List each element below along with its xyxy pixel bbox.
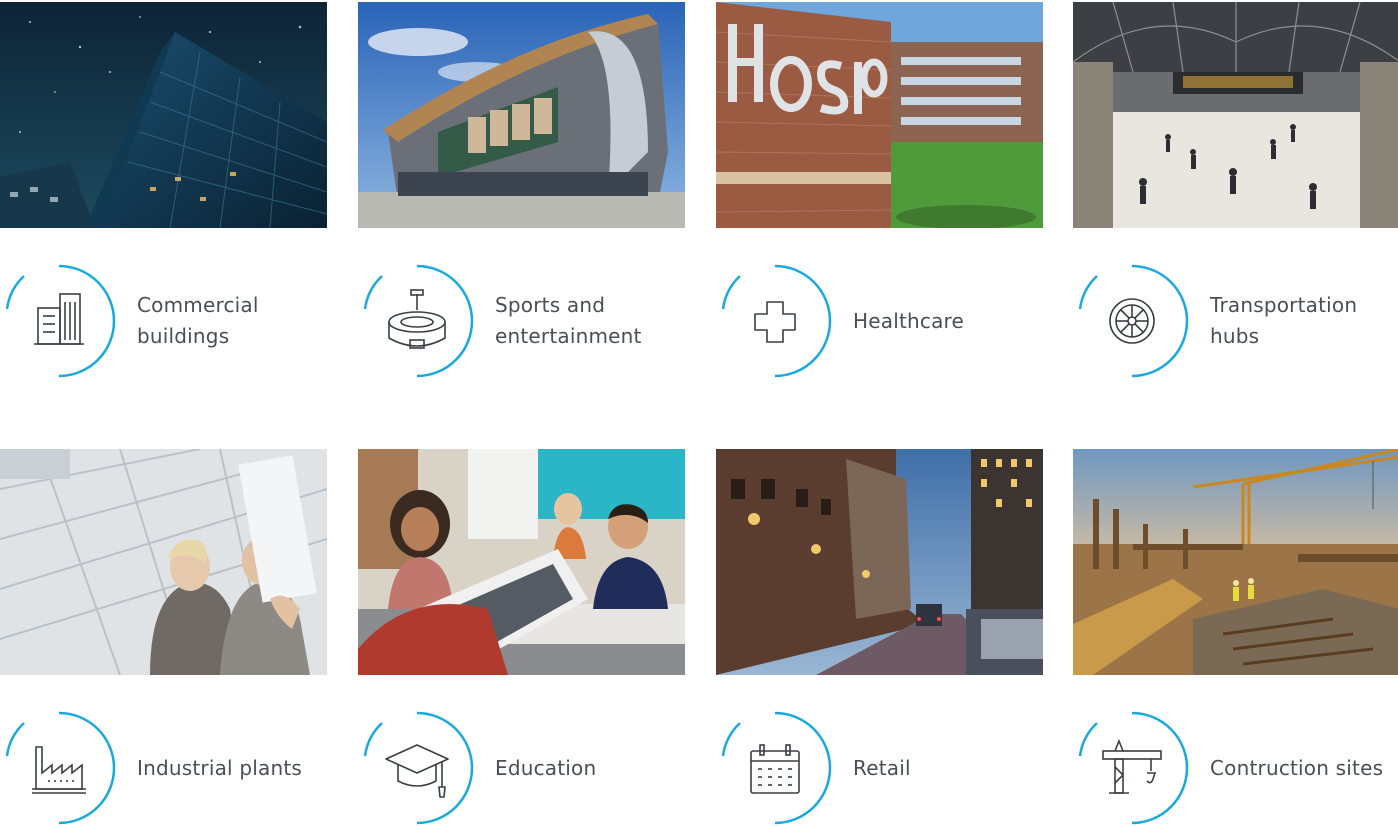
sector-label: Healthcare bbox=[853, 308, 965, 333]
sector-label: Sports and entertainment bbox=[495, 293, 642, 348]
sports-arena-photo[interactable] bbox=[358, 2, 685, 228]
retail-street-photo[interactable] bbox=[716, 449, 1043, 675]
commercial-buildings-photo[interactable] bbox=[0, 2, 327, 228]
sector-card-transportation[interactable]: Transportation hubs bbox=[1073, 2, 1398, 380]
sector-card-sports[interactable]: Sports and entertainment bbox=[358, 2, 685, 380]
graduation-cap-icon bbox=[360, 711, 474, 825]
construction-crane-icon bbox=[1075, 711, 1189, 825]
sector-card-retail[interactable]: Retail bbox=[716, 449, 1043, 827]
sector-label: Transportation hubs bbox=[1210, 293, 1358, 348]
sector-label: Contruction sites bbox=[1210, 755, 1384, 780]
construction-site-photo[interactable] bbox=[1073, 449, 1398, 675]
stadium-icon bbox=[360, 264, 474, 378]
education-photo[interactable] bbox=[358, 449, 685, 675]
calendar-icon bbox=[718, 711, 832, 825]
medical-cross-icon bbox=[718, 264, 832, 378]
sector-card-healthcare[interactable]: Healthcare bbox=[716, 2, 1043, 380]
sector-label: Retail bbox=[853, 755, 911, 780]
sector-card-commercial[interactable]: Commercial buildings bbox=[0, 2, 327, 380]
factory-icon bbox=[2, 711, 116, 825]
sector-label: Education bbox=[495, 755, 597, 780]
hospital-photo[interactable] bbox=[716, 2, 1043, 228]
transportation-hub-photo[interactable] bbox=[1073, 2, 1398, 228]
industrial-plants-photo[interactable] bbox=[0, 449, 327, 675]
sector-label: Commercial buildings bbox=[137, 293, 259, 348]
sector-label: Industrial plants bbox=[137, 755, 303, 780]
wheel-icon bbox=[1075, 264, 1189, 378]
office-building-icon bbox=[2, 264, 116, 378]
sector-card-education[interactable]: Education bbox=[358, 449, 685, 827]
sector-card-industrial[interactable]: Industrial plants bbox=[0, 449, 327, 827]
sector-card-construction[interactable]: Contruction sites bbox=[1073, 449, 1398, 827]
